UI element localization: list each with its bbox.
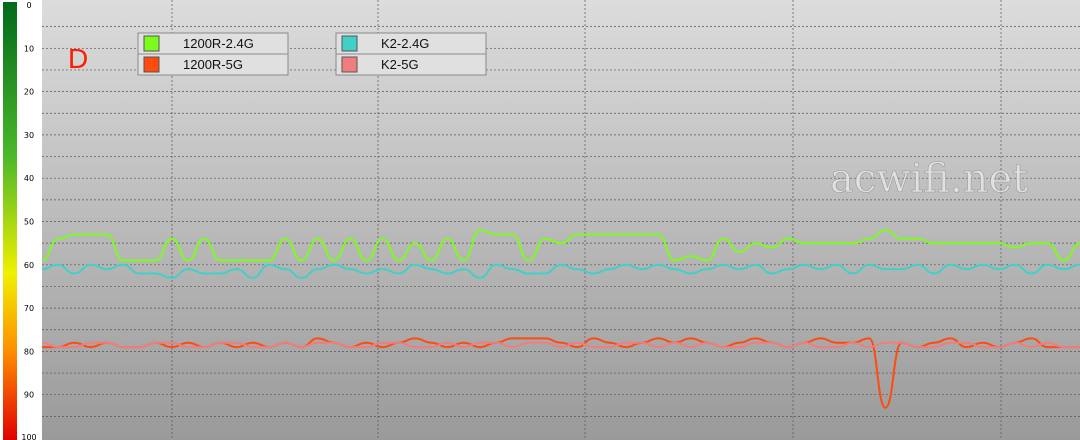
y-tick-label: 30 — [24, 131, 34, 140]
y-tick-label: 10 — [24, 44, 34, 53]
legend-label: 1200R-5G — [183, 57, 243, 72]
legend-item-k2-5g: K2-5G — [335, 53, 487, 76]
legend-label: 1200R-2.4G — [183, 36, 254, 51]
legend-swatch — [143, 56, 160, 73]
legend-swatch — [143, 35, 160, 52]
y-tick-label: 80 — [24, 347, 34, 356]
legend-item-1200r-2-4g: 1200R-2.4G — [137, 32, 289, 55]
legend-swatch — [341, 56, 358, 73]
legend-label: K2-5G — [381, 57, 419, 72]
y-tick-label: 50 — [24, 218, 34, 227]
chart-container: 0 10 20 30 40 50 60 70 80 90 100 acwifi.net D 1200… — [0, 0, 1080, 440]
y-tick-label: 100 — [21, 433, 36, 440]
panel-label: D — [68, 43, 88, 74]
color-scale-bar — [3, 2, 17, 440]
y-tick-label: 20 — [24, 88, 34, 97]
y-tick-label: 70 — [24, 304, 34, 313]
y-axis-ticks: 0 10 20 30 40 50 60 70 80 90 100 — [21, 1, 36, 440]
y-tick-label: 40 — [24, 174, 34, 183]
legend-label: K2-2.4G — [381, 36, 429, 51]
y-tick-label: 0 — [26, 1, 31, 10]
legend-item-k2-2-4g: K2-2.4G — [335, 32, 487, 55]
y-tick-label: 90 — [24, 391, 34, 400]
signal-strength-chart: 0 10 20 30 40 50 60 70 80 90 100 acwifi.net D 1200… — [3, 0, 1080, 440]
legend-swatch — [341, 35, 358, 52]
watermark: acwifi.net — [830, 156, 1028, 202]
y-tick-label: 60 — [24, 261, 34, 270]
legend-item-1200r-5g: 1200R-5G — [137, 53, 289, 76]
